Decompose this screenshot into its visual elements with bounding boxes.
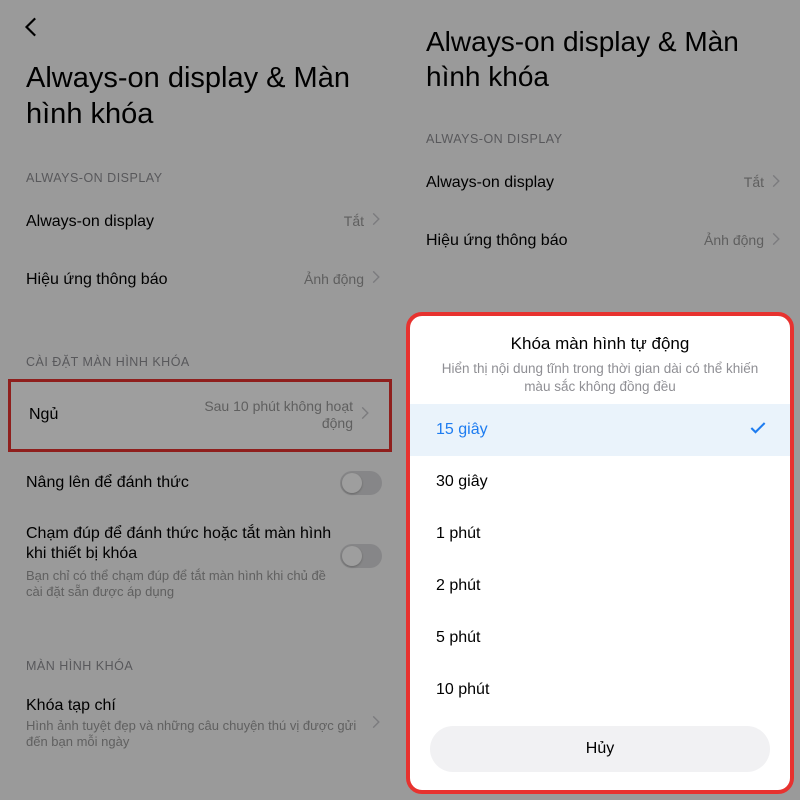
row-sublabel: Hình ảnh tuyệt đẹp và những câu chuyện t…	[26, 718, 370, 751]
chevron-right-icon	[370, 715, 382, 734]
sheet-subtitle: Hiển thị nội dung tĩnh trong thời gian d…	[434, 360, 766, 396]
toggle-double-tap[interactable]	[340, 544, 382, 568]
row-value: Ảnh động	[304, 271, 364, 289]
auto-lock-sheet: Khóa màn hình tự động Hiển thị nội dung …	[406, 312, 794, 794]
row-double-tap[interactable]: Chạm đúp để đánh thức hoặc tắt màn hình …	[0, 512, 400, 613]
row-label: Always-on display	[26, 213, 344, 231]
section-label-lock-settings: CÀI ĐẶT MÀN HÌNH KHÓA	[0, 327, 400, 377]
row-label: Hiệu ứng thông báo	[426, 232, 704, 250]
highlight-sleep-row: Ngủ Sau 10 phút không hoạt động	[8, 379, 392, 452]
right-screen: Always-on display & Màn hình khóa ALWAYS…	[400, 0, 800, 800]
page-title: Always-on display & Màn hình khóa	[400, 0, 800, 104]
back-button[interactable]	[20, 14, 46, 45]
option-15s[interactable]: 15 giây	[410, 404, 790, 456]
page-title: Always-on display & Màn hình khóa	[0, 0, 400, 143]
chevron-right-icon	[370, 270, 382, 289]
row-value: Tắt	[344, 213, 364, 231]
chevron-right-icon	[370, 212, 382, 231]
sheet-title: Khóa màn hình tự động	[434, 334, 766, 354]
cancel-label: Hủy	[586, 740, 614, 757]
chevron-right-icon	[770, 174, 782, 193]
row-value: Sau 10 phút không hoạt động	[183, 398, 353, 433]
row-lock-magazine[interactable]: Khóa tạp chí Hình ảnh tuyệt đẹp và những…	[0, 681, 400, 767]
row-notification-effect[interactable]: Hiệu ứng thông báo Ảnh động	[0, 251, 400, 309]
row-label: Chạm đúp để đánh thức hoặc tắt màn hình …	[26, 524, 340, 566]
row-label: Always-on display	[426, 174, 744, 192]
row-sleep[interactable]: Ngủ Sau 10 phút không hoạt động	[11, 382, 389, 449]
option-label: 10 phút	[436, 681, 489, 699]
toggle-raise-to-wake[interactable]	[340, 471, 382, 495]
cancel-button[interactable]: Hủy	[430, 726, 770, 772]
option-2m[interactable]: 2 phút	[410, 560, 790, 612]
row-raise-to-wake[interactable]: Nâng lên để đánh thức	[0, 454, 400, 512]
row-label: Ngủ	[29, 406, 183, 424]
option-10m[interactable]: 10 phút	[410, 664, 790, 716]
check-icon	[748, 418, 768, 443]
row-sublabel: Bạn chỉ có thể chạm đúp để tắt màn hình …	[26, 568, 340, 601]
section-label-lockscreen: MÀN HÌNH KHÓA	[0, 631, 400, 681]
option-label: 1 phút	[436, 525, 480, 543]
row-label: Nâng lên để đánh thức	[26, 474, 340, 492]
row-value: Tắt	[744, 174, 764, 192]
arrow-left-icon	[20, 27, 46, 44]
row-label: Hiệu ứng thông báo	[26, 271, 304, 289]
option-label: 30 giây	[436, 473, 488, 491]
chevron-right-icon	[359, 406, 371, 425]
option-1m[interactable]: 1 phút	[410, 508, 790, 560]
option-label: 5 phút	[436, 629, 480, 647]
row-notification-effect[interactable]: Hiệu ứng thông báo Ảnh động	[400, 212, 800, 270]
chevron-right-icon	[770, 232, 782, 251]
option-30s[interactable]: 30 giây	[410, 456, 790, 508]
row-always-on-display[interactable]: Always-on display Tắt	[400, 154, 800, 212]
row-label: Khóa tạp chí	[26, 697, 370, 715]
row-value: Ảnh động	[704, 232, 764, 250]
row-always-on-display[interactable]: Always-on display Tắt	[0, 193, 400, 251]
left-screen: Always-on display & Màn hình khóa ALWAYS…	[0, 0, 400, 800]
option-5m[interactable]: 5 phút	[410, 612, 790, 664]
section-label-aod: ALWAYS-ON DISPLAY	[0, 143, 400, 193]
option-label: 2 phút	[436, 577, 480, 595]
option-label: 15 giây	[436, 421, 488, 439]
section-label-aod: ALWAYS-ON DISPLAY	[400, 104, 800, 154]
